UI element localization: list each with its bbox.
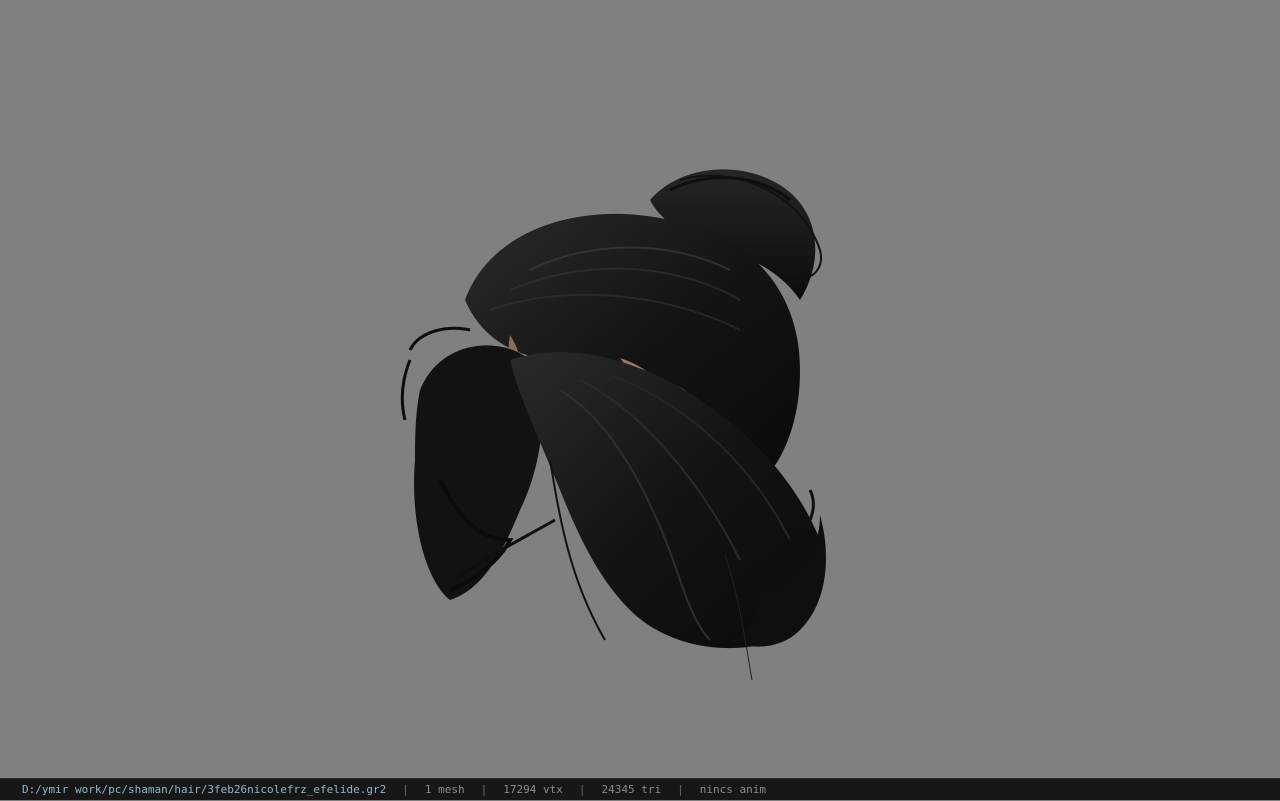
status-bar: D:/ymir work/pc/shaman/hair/3feb26nicole…: [0, 778, 1280, 800]
animation-status: nincs anim: [699, 782, 766, 796]
triangle-count: 24345 tri: [601, 782, 662, 796]
vertex-count: 17294 vtx: [503, 782, 563, 796]
separator: |: [677, 782, 684, 796]
3d-viewport[interactable]: [0, 0, 1280, 778]
mesh-count: 1 mesh: [424, 782, 465, 796]
separator: |: [480, 782, 488, 796]
hair-model[interactable]: [380, 160, 850, 690]
file-path: D:/ymir work/pc/shaman/hair/3feb26nicole…: [22, 782, 387, 796]
separator: |: [578, 782, 586, 796]
separator: |: [402, 782, 409, 796]
